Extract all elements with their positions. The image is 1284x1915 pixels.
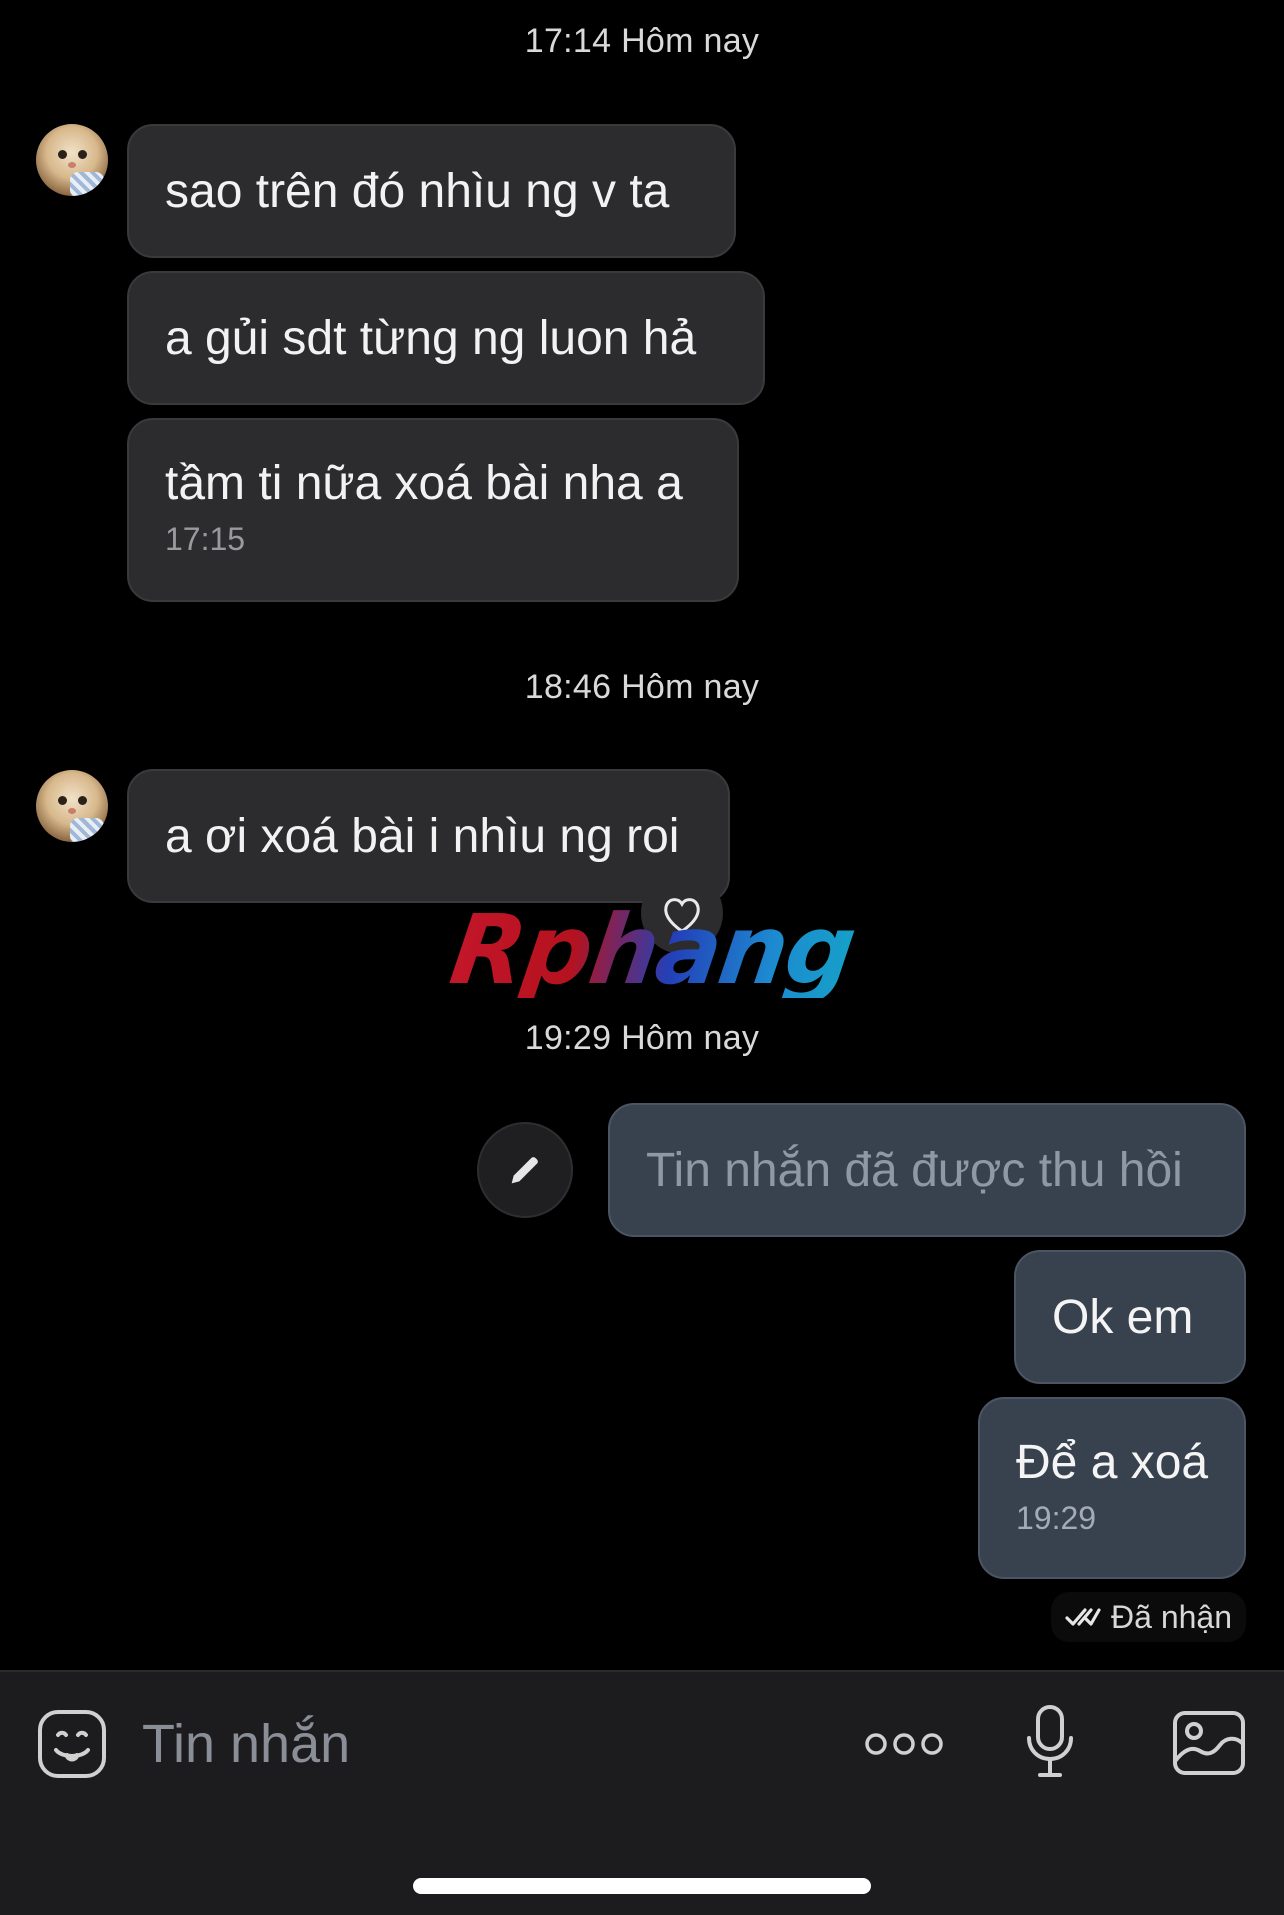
delivery-status-text: Đã nhận (1111, 1598, 1232, 1635)
outgoing-message[interactable]: Ok em (1014, 1250, 1246, 1384)
message-time: 19:29 (1016, 1500, 1097, 1536)
home-indicator (413, 1878, 871, 1894)
voice-message-button[interactable] (1024, 1704, 1076, 1780)
composer-bar (0, 1670, 1284, 1915)
incoming-message[interactable]: sao trên đó nhìu ng v ta (127, 124, 736, 258)
message-text: sao trên đó nhìu ng v ta (165, 164, 670, 218)
incoming-message[interactable]: a gủi sdt từng ng luon hả (127, 271, 765, 405)
time-separator: 19:29 Hôm nay (524, 1019, 760, 1057)
delivery-status: Đã nhận (1051, 1592, 1246, 1642)
outgoing-message[interactable]: Để a xoá 19:29 (978, 1397, 1246, 1579)
message-time: 17:15 (165, 521, 246, 557)
send-image-button[interactable] (1172, 1710, 1246, 1776)
outgoing-message-recalled[interactable]: Tin nhắn đã được thu hồi (608, 1103, 1246, 1237)
double-check-icon (1065, 1608, 1101, 1626)
message-text: a ơi xoá bài i nhìu ng roi (165, 809, 680, 863)
image-icon (1173, 1711, 1245, 1775)
edit-button[interactable] (477, 1122, 573, 1218)
microphone-icon (1027, 1705, 1073, 1777)
message-text: Ok em (1052, 1290, 1194, 1344)
pencil-icon (511, 1157, 538, 1184)
message-text: tầm ti nữa xoá bài nha a (165, 457, 683, 510)
message-text: a gủi sdt từng ng luon hả (165, 311, 697, 365)
contact-avatar[interactable] (36, 124, 108, 196)
emoji-icon (38, 1710, 106, 1778)
emoji-button[interactable] (36, 1708, 108, 1780)
contact-avatar[interactable] (36, 770, 108, 842)
message-input[interactable] (142, 1702, 822, 1786)
incoming-message[interactable]: a ơi xoá bài i nhìu ng roi (127, 769, 730, 903)
incoming-message[interactable]: tầm ti nữa xoá bài nha a 17:15 (127, 418, 739, 602)
watermark-logo: Rphang (444, 894, 861, 1006)
more-dots-icon (865, 1733, 943, 1755)
more-options-button[interactable] (864, 1722, 944, 1766)
time-separator: 17:14 Hôm nay (524, 22, 760, 60)
message-text: Để a xoá (1016, 1436, 1209, 1489)
time-separator: 18:46 Hôm nay (524, 668, 760, 706)
message-text: Tin nhắn đã được thu hồi (646, 1143, 1183, 1197)
